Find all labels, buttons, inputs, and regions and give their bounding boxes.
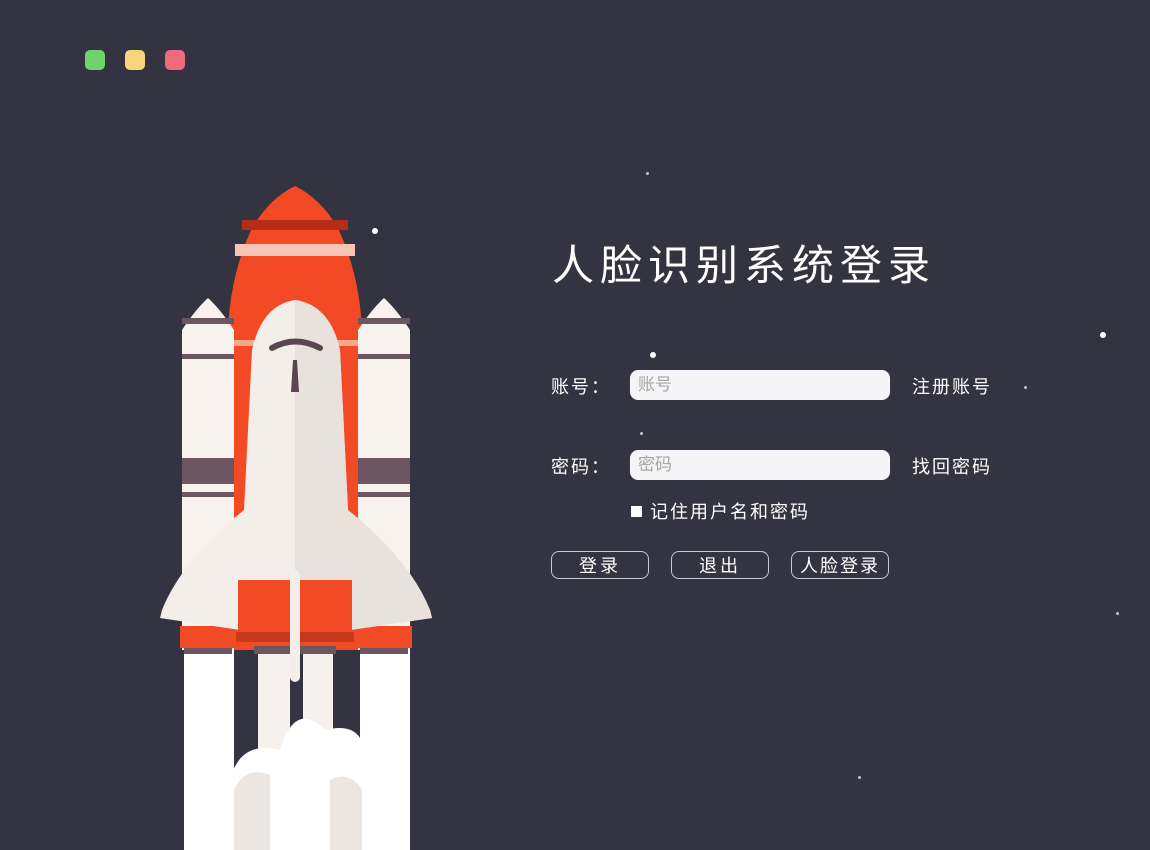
page-title: 人脸识别系统登录 — [552, 241, 937, 290]
exit-button[interactable]: 退出 — [671, 551, 769, 579]
password-input[interactable] — [630, 450, 890, 480]
close-button[interactable] — [165, 50, 185, 70]
star-decoration — [1116, 612, 1119, 615]
star-decoration — [646, 172, 649, 175]
recover-password-link[interactable]: 找回密码 — [912, 453, 992, 479]
rocket-illustration — [160, 186, 432, 850]
login-button[interactable]: 登录 — [551, 551, 649, 579]
minimize-button[interactable] — [125, 50, 145, 70]
remember-checkbox[interactable] — [631, 505, 642, 517]
star-decoration — [640, 432, 643, 435]
star-decoration — [1100, 332, 1106, 338]
remember-me[interactable]: 记住用户名和密码 — [631, 498, 810, 524]
account-input[interactable] — [630, 370, 890, 400]
star-decoration — [1024, 386, 1027, 389]
register-account-link[interactable]: 注册账号 — [912, 373, 992, 399]
maximize-button[interactable] — [85, 50, 105, 70]
password-label: 密码： — [551, 457, 611, 478]
face-login-button[interactable]: 人脸登录 — [791, 551, 889, 579]
star-decoration — [858, 776, 861, 779]
star-decoration — [650, 352, 656, 358]
remember-label: 记住用户名和密码 — [650, 502, 810, 523]
account-label: 账号： — [551, 377, 611, 398]
